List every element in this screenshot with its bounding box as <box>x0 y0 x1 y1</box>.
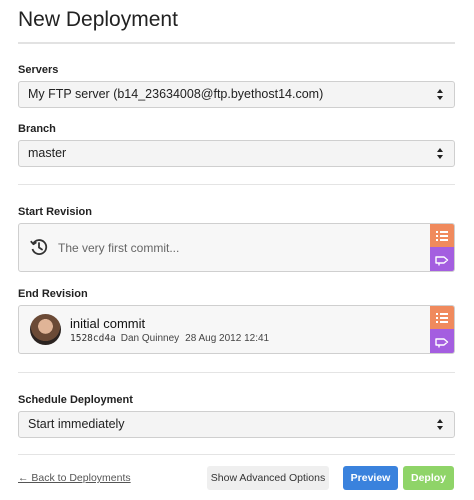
end-revision-field[interactable]: initial commit 1528cd4a Dan Quinney 28 Aug… <box>18 305 455 354</box>
select-caret-icon <box>437 419 444 430</box>
branch-select[interactable]: master <box>18 140 455 167</box>
end-revision-tag-button[interactable] <box>430 329 454 353</box>
preview-button[interactable]: Preview <box>343 466 398 490</box>
commit-author: Dan Quinney <box>120 333 180 344</box>
title-divider <box>18 42 455 44</box>
schedule-select[interactable]: Start immediately <box>18 411 455 438</box>
commit-title: initial commit <box>70 316 146 331</box>
start-revision-list-button[interactable] <box>430 224 454 248</box>
branch-label: Branch <box>18 123 56 135</box>
back-to-deployments-link[interactable]: ← Back to Deployments <box>18 472 131 484</box>
start-revision-tag-button[interactable] <box>430 247 454 271</box>
schedule-select-value: Start immediately <box>28 417 125 431</box>
start-revision-placeholder: The very first commit... <box>58 241 180 255</box>
list-icon <box>436 231 448 241</box>
list-icon <box>436 313 448 323</box>
end-revision-label: End Revision <box>18 288 88 300</box>
history-icon <box>29 237 49 262</box>
branch-select-value: master <box>28 146 67 160</box>
commit-date: 28 Aug 2012 12:41 <box>185 333 270 344</box>
servers-label: Servers <box>18 64 59 76</box>
commit-meta: 1528cd4a Dan Quinney 28 Aug 2012 12:41 <box>70 333 269 344</box>
tag-icon <box>435 335 449 353</box>
start-revision-field[interactable]: The very first commit... <box>18 223 455 272</box>
end-revision-list-button[interactable] <box>430 306 454 330</box>
servers-select[interactable]: My FTP server (b14_23634008@ftp.byethost… <box>18 81 455 108</box>
section-divider <box>18 184 455 185</box>
avatar <box>30 314 61 345</box>
page-title: New Deployment <box>18 8 178 31</box>
show-advanced-options-button[interactable]: Show Advanced Options <box>207 466 329 490</box>
servers-select-value: My FTP server (b14_23634008@ftp.byethost… <box>28 87 324 101</box>
tag-icon <box>435 253 449 271</box>
section-divider <box>18 372 455 373</box>
schedule-label: Schedule Deployment <box>18 394 133 406</box>
select-caret-icon <box>437 89 444 100</box>
commit-hash: 1528cd4a <box>70 333 116 344</box>
deploy-button[interactable]: Deploy <box>403 466 454 490</box>
footer-divider <box>18 454 455 455</box>
start-revision-label: Start Revision <box>18 206 92 218</box>
select-caret-icon <box>437 148 444 159</box>
